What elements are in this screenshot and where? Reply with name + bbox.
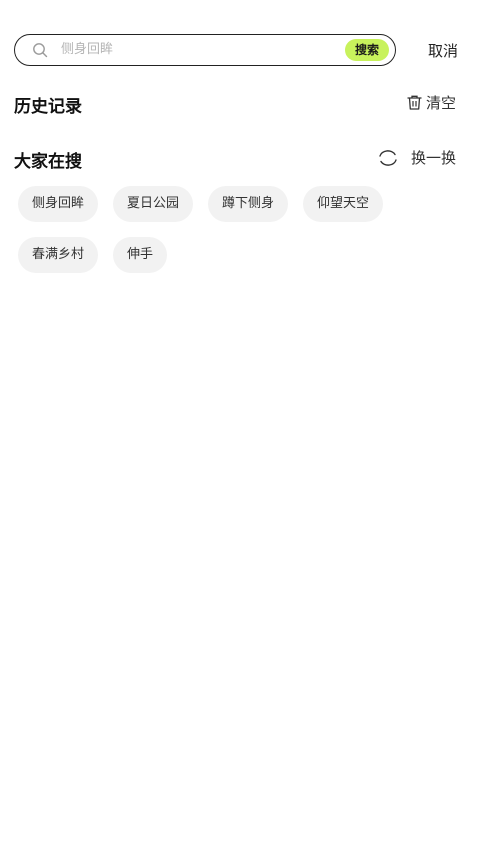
trash-icon [407, 95, 422, 110]
cancel-button[interactable]: 取消 [428, 40, 458, 61]
hot-tag[interactable]: 春满乡村 [18, 237, 99, 273]
hot-tag[interactable]: 仰望天空 [303, 186, 384, 222]
search-button[interactable]: 搜索 [345, 39, 389, 61]
history-title: 历史记录 [14, 97, 82, 117]
clear-history-button[interactable]: 清空 [406, 92, 456, 113]
refresh-button[interactable]: 换一换 [377, 147, 456, 168]
search-input[interactable] [61, 35, 331, 64]
clear-label: 清空 [425, 94, 456, 112]
hot-searches-title: 大家在搜 [14, 152, 82, 172]
hot-tag[interactable]: 蹲下侧身 [208, 186, 289, 222]
refresh-label: 换一换 [410, 149, 456, 167]
hot-tags-list: 侧身回眸 夏日公园 蹲下侧身 仰望天空 春满乡村 伸手 [18, 186, 458, 273]
hot-tag[interactable]: 侧身回眸 [18, 186, 99, 222]
search-box[interactable]: 搜索 [14, 34, 396, 66]
refresh-icon [379, 149, 397, 166]
search-icon [33, 43, 48, 58]
search-bar: 搜索 取消 [14, 34, 464, 68]
hot-tag[interactable]: 夏日公园 [113, 186, 194, 222]
hot-tag[interactable]: 伸手 [113, 237, 168, 273]
